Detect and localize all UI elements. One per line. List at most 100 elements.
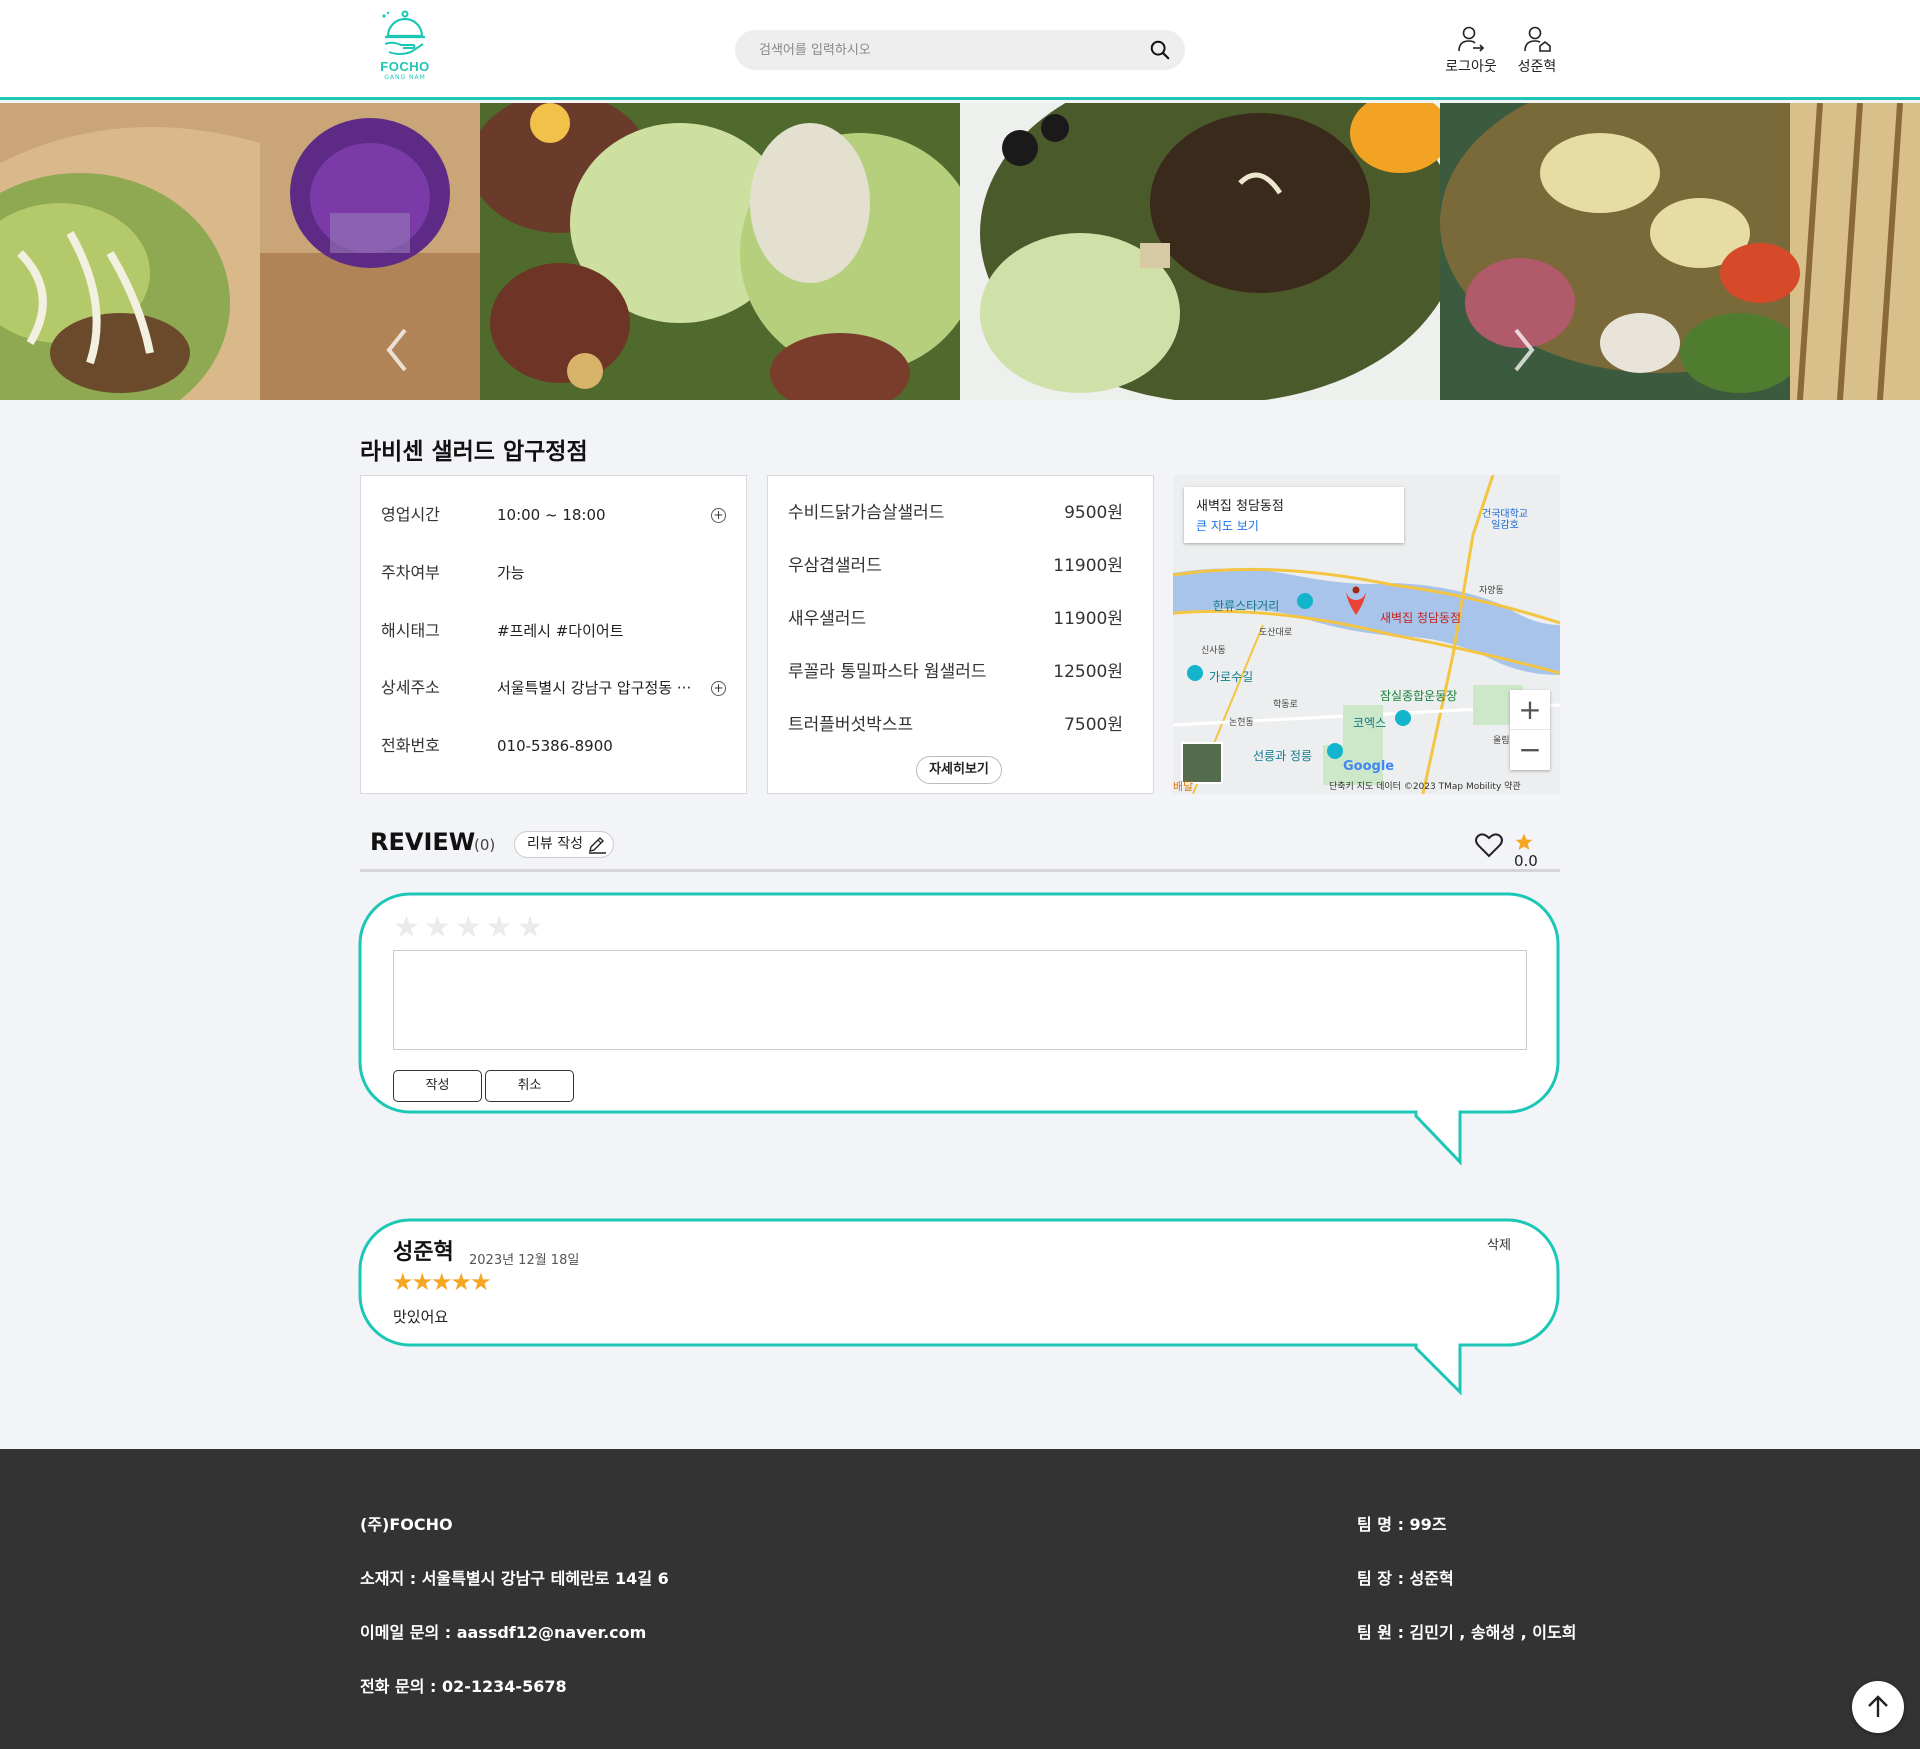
write-review-button[interactable]: 리뷰 작성 <box>514 831 614 858</box>
map-label: 배달 <box>1173 780 1194 793</box>
empty-star-icon[interactable]: ★ <box>424 910 451 945</box>
info-label: 주차여부 <box>381 563 440 582</box>
map-attribution: 단축키 지도 데이터 ©2023 TMap Mobility 약관 <box>1329 782 1521 792</box>
info-row-hashtag: 해시태그 #프레시 #다이어트 <box>381 616 726 646</box>
food-image-carousel <box>0 103 1920 400</box>
menu-panel: 수비드닭가슴살샐러드 9500원 우삼겹샐러드 11900원 새우샐러드 119… <box>767 475 1154 794</box>
average-rating: 0.0 <box>1514 832 1560 870</box>
map-place-card: 새벽집 청담동점 큰 지도 보기 <box>1184 487 1404 543</box>
map-label: 잠실종합운동장 <box>1380 689 1458 703</box>
search-icon[interactable] <box>1149 39 1171 61</box>
scroll-to-top-button[interactable] <box>1852 1681 1904 1733</box>
map-pin-label: 새벽집 청담동점 <box>1380 611 1462 625</box>
pencil-icon <box>589 837 606 854</box>
rating-star-input: ★ ★ ★ ★ ★ <box>393 910 548 945</box>
focho-logo[interactable]: FOCHO GANG NAM <box>375 8 435 93</box>
site-header: FOCHO GANG NAM 로그아웃 성준혁 <box>0 0 1920 100</box>
info-label: 영업시간 <box>381 505 440 524</box>
large-map-link[interactable]: 큰 지도 보기 <box>1196 517 1259 534</box>
footer-team-leader: 팀 장 : 성준혁 <box>1357 1569 1454 1588</box>
footer-team-name: 팀 명 : 99즈 <box>1357 1515 1447 1534</box>
user-home-icon <box>1524 26 1551 52</box>
info-row-address: 상세주소 서울특별시 강남구 압구정동 ··· + <box>381 673 726 703</box>
google-logo: Google <box>1343 759 1395 774</box>
search-bar <box>735 30 1185 70</box>
review-header: REVIEW (0) 리뷰 작성 0.0 <box>360 820 1560 872</box>
mypage-button[interactable]: 성준혁 <box>1505 24 1569 76</box>
menu-item: 수비드닭가슴살샐러드 9500원 <box>788 498 1123 528</box>
logout-icon <box>1458 26 1485 52</box>
review-text: 맛있어요 <box>393 1308 449 1326</box>
info-value: 서울특별시 강남구 압구정동 ··· <box>497 679 692 697</box>
map-zoom-control: + − <box>1510 690 1550 770</box>
map-label: 신사동 <box>1201 646 1226 656</box>
info-value: 10:00 ~ 18:00 <box>497 506 606 524</box>
map-label: 자양동 <box>1479 586 1504 596</box>
review-author: 성준혁 <box>393 1240 454 1265</box>
expand-address-plus-icon[interactable]: + <box>711 681 726 696</box>
delete-review-button[interactable]: 삭제 <box>1487 1234 1511 1253</box>
map-label: 건국대학교 일감호 <box>1482 509 1528 531</box>
menu-price: 11900원 <box>1053 609 1123 629</box>
logout-button[interactable]: 로그아웃 <box>1439 24 1503 76</box>
empty-star-icon[interactable]: ★ <box>393 910 420 945</box>
filled-star-icon: ★ <box>431 1268 453 1296</box>
map-label: 선릉과 정릉 <box>1253 749 1313 763</box>
zoom-in-button[interactable]: + <box>1510 690 1550 730</box>
cloche-icon <box>382 10 425 55</box>
filled-star-icon: ★ <box>411 1268 434 1296</box>
info-row-hours: 영업시간 10:00 ~ 18:00 + <box>381 500 726 530</box>
map-label: 한류스타거리 <box>1213 599 1280 613</box>
footer-email: 이메일 문의 : aassdf12@naver.com <box>360 1623 647 1642</box>
menu-item: 우삼겹샐러드 11900원 <box>788 551 1123 581</box>
review-textarea[interactable] <box>393 950 1527 1050</box>
site-footer: (주)FOCHO 소재지 : 서울특별시 강남구 테헤란로 14길 6 이메일 … <box>0 1449 1920 1749</box>
info-row-parking: 주차여부 가능 <box>381 558 726 588</box>
info-row-phone: 전화번호 010-5386-8900 <box>381 731 726 761</box>
store-map[interactable]: 새벽집 청담동점 큰 지도 보기 새벽집 청담동점 한류스타거리 가로수길 잠실… <box>1173 475 1560 794</box>
menu-name: 새우샐러드 <box>788 609 867 629</box>
empty-star-icon[interactable]: ★ <box>455 910 482 945</box>
menu-list: 수비드닭가슴살샐러드 9500원 우삼겹샐러드 11900원 새우샐러드 119… <box>768 476 1153 734</box>
empty-star-icon[interactable]: ★ <box>517 910 544 945</box>
info-value: 010-5386-8900 <box>497 737 613 755</box>
review-title: REVIEW <box>370 828 476 856</box>
filled-star-icon: ★ <box>392 1268 414 1296</box>
zoom-out-button[interactable]: − <box>1510 730 1550 770</box>
review-count: (0) <box>474 836 496 854</box>
map-place-name: 새벽집 청담동점 <box>1196 499 1284 514</box>
info-label: 전화번호 <box>381 736 440 755</box>
menu-name: 루꼴라 통밀파스타 웜샐러드 <box>788 662 987 682</box>
submit-review-button[interactable]: 작성 <box>393 1070 482 1102</box>
write-review-label: 리뷰 작성 <box>527 836 583 852</box>
menu-name: 수비드닭가슴살샐러드 <box>788 503 945 523</box>
carousel-prev-icon[interactable] <box>383 325 413 375</box>
heart-icon[interactable] <box>1475 832 1503 858</box>
review-item-bubble <box>358 1218 1560 1396</box>
map-label: 논현동 <box>1229 718 1254 728</box>
map-label: 코엑스 <box>1353 716 1387 730</box>
logout-label: 로그아웃 <box>1445 59 1497 75</box>
review-date: 2023년 12월 18일 <box>469 1253 580 1268</box>
menu-name: 트러플버섯박스프 <box>788 715 914 734</box>
footer-phone: 전화 문의 : 02-1234-5678 <box>360 1677 567 1696</box>
menu-item: 루꼴라 통밀파스타 웜샐러드 12500원 <box>788 657 1123 687</box>
logo-name: FOCHO <box>380 59 430 74</box>
menu-item: 새우샐러드 11900원 <box>788 604 1123 634</box>
menu-price: 7500원 <box>1064 715 1123 734</box>
menu-name: 우삼겹샐러드 <box>788 556 882 576</box>
detail-view-button[interactable]: 자세히보기 <box>916 756 1002 784</box>
search-input[interactable] <box>759 30 1129 70</box>
info-label: 상세주소 <box>381 678 440 697</box>
map-label: 학동로 <box>1273 700 1298 710</box>
store-name: 라비센 샐러드 압구정점 <box>360 439 588 465</box>
expand-hours-plus-icon[interactable]: + <box>711 508 726 523</box>
empty-star-icon[interactable]: ★ <box>486 910 513 945</box>
logo-subtitle: GANG NAM <box>384 74 426 81</box>
carousel-next-icon[interactable] <box>1508 325 1538 375</box>
menu-price: 9500원 <box>1064 503 1123 523</box>
menu-price: 12500원 <box>1053 662 1123 682</box>
info-value: #프레시 #다이어트 <box>497 622 624 640</box>
cancel-review-button[interactable]: 취소 <box>485 1070 574 1102</box>
map-label: 가로수길 <box>1209 670 1254 684</box>
